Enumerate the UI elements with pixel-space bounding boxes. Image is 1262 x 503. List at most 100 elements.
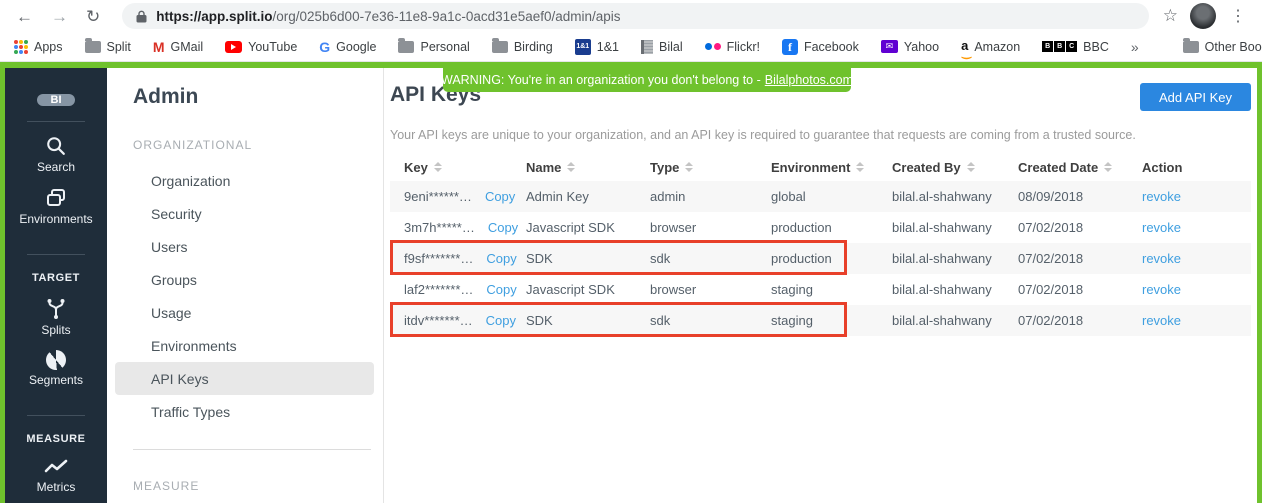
- page-description: Your API keys are unique to your organiz…: [390, 128, 1251, 142]
- warning-org-link[interactable]: Bilalphotos.com: [765, 73, 853, 87]
- copy-link[interactable]: Copy: [486, 282, 516, 297]
- reload-button[interactable]: ↻: [86, 8, 100, 25]
- admin-item-environments[interactable]: Environments: [115, 329, 374, 362]
- cell-created-by: bilal.al-shahwany: [892, 220, 1018, 235]
- bookmark-bbc[interactable]: BBC BBC: [1042, 40, 1109, 54]
- sidebar-item-metrics[interactable]: Metrics: [37, 457, 76, 494]
- bookmark-yahoo[interactable]: ✉ Yahoo: [881, 40, 939, 54]
- sort-icon: [567, 162, 575, 172]
- sidebar-item-segments[interactable]: Segments: [29, 350, 83, 387]
- url-host: https://app.split.io: [156, 9, 272, 24]
- other-bookmarks[interactable]: Other Bookmarks: [1183, 40, 1262, 54]
- table-row: 9eni******…Copy Admin Key admin global b…: [390, 181, 1251, 212]
- cell-created-date: 07/02/2018: [1018, 251, 1142, 266]
- bookmark-bilal[interactable]: Bilal: [641, 40, 683, 54]
- cell-created-by: bilal.al-shahwany: [892, 282, 1018, 297]
- header-label: Created By: [892, 160, 961, 175]
- admin-item-users[interactable]: Users: [115, 230, 374, 263]
- rail-section-target: TARGET: [32, 272, 80, 284]
- bookmark-label: YouTube: [248, 40, 297, 54]
- apps-shortcut[interactable]: Apps: [14, 40, 63, 54]
- revoke-link[interactable]: revoke: [1142, 189, 1251, 204]
- revoke-link[interactable]: revoke: [1142, 282, 1251, 297]
- api-key-value: f9sf*******…: [404, 251, 473, 266]
- cell-created-date: 08/09/2018: [1018, 189, 1142, 204]
- revoke-link[interactable]: revoke: [1142, 251, 1251, 266]
- header-environment[interactable]: Environment: [771, 160, 892, 175]
- back-button[interactable]: ←: [16, 8, 33, 25]
- bookmarks-overflow-chevron[interactable]: »: [1131, 39, 1139, 55]
- bookmark-birding[interactable]: Birding: [492, 40, 553, 54]
- rail-section-measure: MEASURE: [26, 433, 85, 445]
- sidebar-item-splits[interactable]: Splits: [41, 296, 70, 337]
- bookmark-amazon[interactable]: a Amazon: [961, 38, 1020, 55]
- bookmark-star-icon[interactable]: ☆: [1163, 6, 1178, 26]
- header-key[interactable]: Key: [390, 160, 526, 175]
- bookmark-gmail[interactable]: M GMail: [153, 39, 203, 55]
- bookmark-label: Birding: [514, 40, 553, 54]
- copy-link[interactable]: Copy: [485, 189, 515, 204]
- cell-created-date: 07/02/2018: [1018, 282, 1142, 297]
- lock-icon: [136, 10, 147, 23]
- sort-icon: [434, 162, 442, 172]
- bookmark-label: Personal: [420, 40, 469, 54]
- facebook-icon: f: [782, 39, 798, 55]
- sidebar-item-search[interactable]: Search: [37, 135, 75, 174]
- admin-item-security[interactable]: Security: [115, 197, 374, 230]
- bookmark-label: BBC: [1083, 40, 1109, 54]
- admin-sidebar: Admin ORGANIZATIONAL Organization Securi…: [107, 68, 384, 503]
- header-name[interactable]: Name: [526, 160, 650, 175]
- forward-button[interactable]: →: [51, 8, 68, 25]
- bookmark-label: Yahoo: [904, 40, 939, 54]
- admin-item-organization[interactable]: Organization: [115, 164, 374, 197]
- folder-icon: [1183, 41, 1199, 53]
- header-label: Environment: [771, 160, 850, 175]
- sidebar-item-label: Environments: [19, 212, 92, 226]
- folder-icon: [85, 41, 101, 53]
- header-label: Key: [404, 160, 428, 175]
- sidebar-item-label: Metrics: [37, 480, 76, 494]
- org-avatar[interactable]: BI: [37, 94, 75, 106]
- bookmark-personal[interactable]: Personal: [398, 40, 469, 54]
- copy-link[interactable]: Copy: [488, 220, 518, 235]
- bookmark-google[interactable]: G Google: [319, 39, 376, 55]
- cell-name: Javascript SDK: [526, 220, 650, 235]
- header-created-date[interactable]: Created Date: [1018, 160, 1142, 175]
- admin-item-groups[interactable]: Groups: [115, 263, 374, 296]
- bookmark-facebook[interactable]: f Facebook: [782, 39, 859, 55]
- header-action: Action: [1142, 160, 1251, 175]
- add-api-key-button[interactable]: Add API Key: [1140, 83, 1251, 111]
- admin-item-api-keys[interactable]: API Keys: [115, 362, 374, 395]
- warning-banner: WARNING: You're in an organization you d…: [443, 68, 851, 92]
- admin-item-usage[interactable]: Usage: [115, 296, 374, 329]
- bookmark-flickr[interactable]: Flickr!: [705, 40, 760, 54]
- header-created-by[interactable]: Created By: [892, 160, 1018, 175]
- browser-menu-icon[interactable]: ⋮: [1230, 6, 1246, 26]
- split-app-frame: BI Search Environments TARGET: [0, 62, 1262, 503]
- youtube-icon: [225, 41, 242, 53]
- bookmark-1and1[interactable]: 1&1 1&1: [575, 39, 619, 55]
- admin-menu: Organization Security Users Groups Usage…: [115, 164, 374, 428]
- admin-item-traffic-types[interactable]: Traffic Types: [115, 395, 374, 428]
- header-label: Created Date: [1018, 160, 1098, 175]
- cell-created-by: bilal.al-shahwany: [892, 251, 1018, 266]
- rail-divider: [27, 415, 85, 416]
- bookmark-label: Apps: [34, 40, 63, 54]
- sidebar-item-environments[interactable]: Environments: [19, 187, 92, 226]
- revoke-link[interactable]: revoke: [1142, 313, 1251, 328]
- bookmark-label: Other Bookmarks: [1205, 40, 1262, 54]
- table-header-row: Key Name Type Environment Created By Cre…: [390, 153, 1251, 181]
- bookmark-youtube[interactable]: YouTube: [225, 40, 297, 54]
- cell-environment: global: [771, 189, 892, 204]
- api-key-value: laf2*******…: [404, 282, 473, 297]
- revoke-link[interactable]: revoke: [1142, 220, 1251, 235]
- browser-profile-avatar[interactable]: [1190, 3, 1216, 29]
- table-row: 3m7h*****…Copy Javascript SDK browser pr…: [390, 212, 1251, 243]
- cell-created-date: 07/02/2018: [1018, 220, 1142, 235]
- bookmark-split[interactable]: Split: [85, 40, 131, 54]
- header-type[interactable]: Type: [650, 160, 771, 175]
- header-label: Action: [1142, 160, 1182, 175]
- url-bar[interactable]: https://app.split.io/org/025b6d00-7e36-1…: [122, 3, 1149, 29]
- copy-link[interactable]: Copy: [486, 313, 516, 328]
- copy-link[interactable]: Copy: [486, 251, 516, 266]
